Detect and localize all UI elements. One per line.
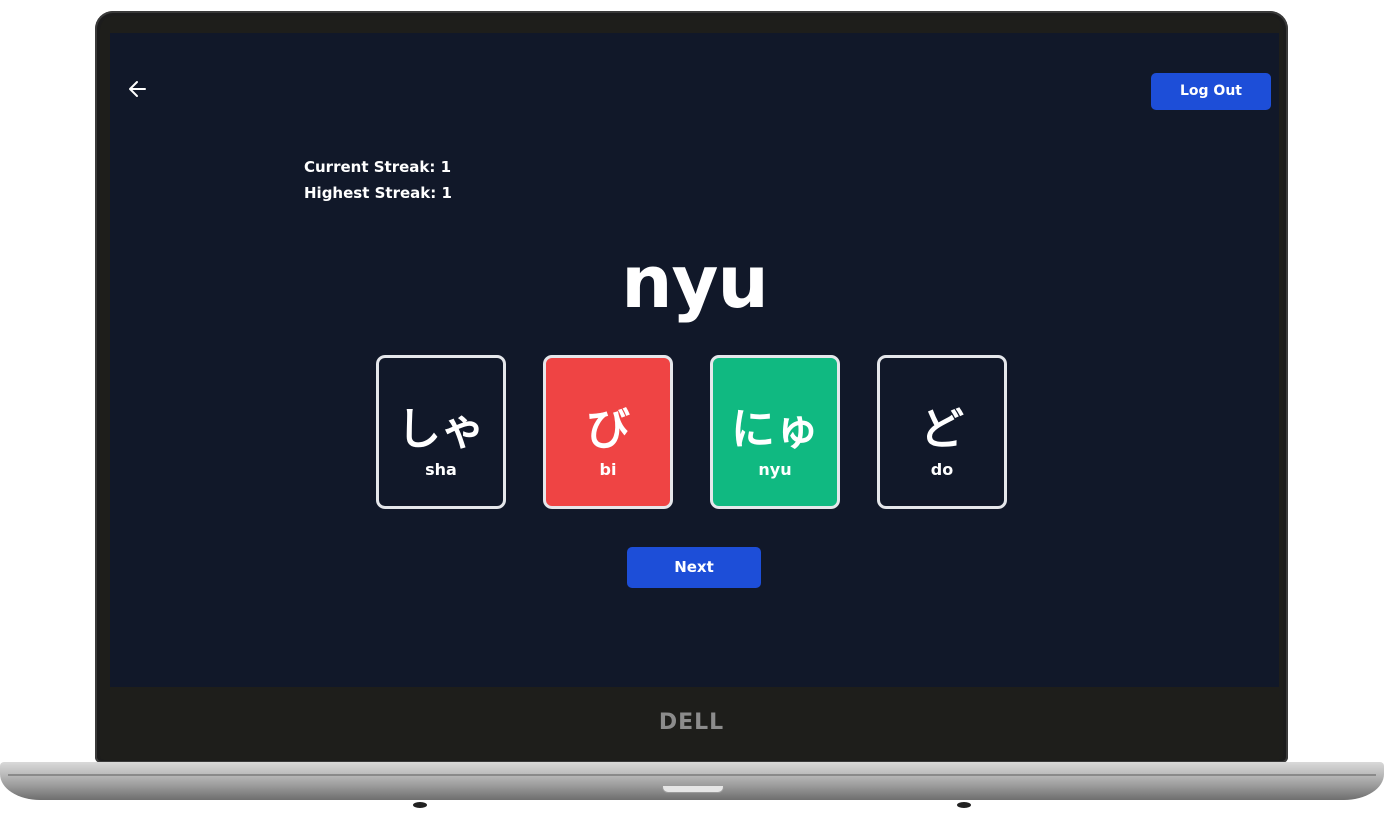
choice-card-sha[interactable]: しゃ sha bbox=[376, 355, 506, 509]
app-screen: Log Out Current Streak: 1 Highest Streak… bbox=[110, 33, 1279, 687]
rubber-foot bbox=[413, 802, 427, 808]
back-button[interactable] bbox=[126, 77, 150, 101]
highest-streak: Highest Streak: 1 bbox=[304, 184, 452, 202]
answer-choices: しゃ sha び bi にゅ nyu ど do bbox=[376, 355, 1016, 515]
choice-card-bi[interactable]: び bi bbox=[543, 355, 673, 509]
choice-romaji: nyu bbox=[758, 460, 792, 479]
choice-card-do[interactable]: ど do bbox=[877, 355, 1007, 509]
choice-romaji: sha bbox=[425, 460, 457, 479]
arrow-left-icon bbox=[129, 81, 146, 97]
choice-romaji: do bbox=[930, 460, 954, 479]
choice-kana: び bbox=[586, 404, 630, 455]
choice-kana: にゅ bbox=[731, 404, 819, 455]
laptop-base bbox=[0, 762, 1384, 800]
rubber-foot bbox=[957, 802, 971, 808]
laptop-lid: Log Out Current Streak: 1 Highest Streak… bbox=[95, 11, 1288, 763]
screen-bezel: Log Out Current Streak: 1 Highest Streak… bbox=[100, 16, 1283, 760]
streak-stats: Current Streak: 1 Highest Streak: 1 bbox=[304, 154, 452, 206]
base-edge bbox=[8, 774, 1376, 776]
choice-romaji: bi bbox=[599, 460, 617, 479]
next-button[interactable]: Next bbox=[627, 547, 761, 588]
current-streak: Current Streak: 1 bbox=[304, 158, 452, 176]
prompt-romaji: nyu bbox=[621, 240, 768, 324]
choice-card-nyu[interactable]: にゅ nyu bbox=[710, 355, 840, 509]
logout-button[interactable]: Log Out bbox=[1151, 73, 1271, 110]
dell-logo: DELL bbox=[658, 710, 725, 735]
lid-opening-notch bbox=[662, 786, 724, 793]
choice-kana: ど bbox=[920, 404, 964, 455]
choice-kana: しゃ bbox=[397, 404, 485, 455]
